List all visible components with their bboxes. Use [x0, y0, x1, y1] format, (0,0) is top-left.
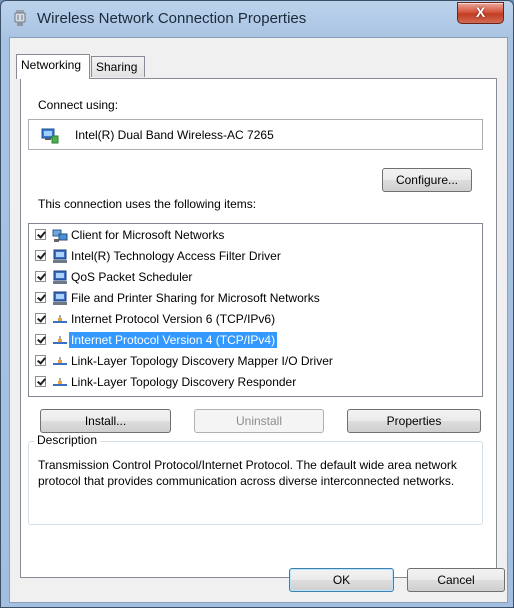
tab-sharing[interactable]: Sharing	[91, 56, 145, 77]
list-item[interactable]: Link-Layer Topology Discovery Responder	[29, 372, 482, 393]
checkbox[interactable]	[35, 292, 46, 303]
adapter-field: Intel(R) Dual Band Wireless-AC 7265	[28, 119, 483, 150]
item-label: Internet Protocol Version 6 (TCP/IPv6)	[71, 312, 276, 326]
list-item-selected[interactable]: Internet Protocol Version 4 (TCP/IPv4)	[29, 330, 482, 351]
checkbox[interactable]	[35, 376, 46, 387]
items-list[interactable]: Client for Microsoft Networks Intel(R) T…	[28, 223, 483, 397]
window-title: Wireless Network Connection Properties	[37, 10, 307, 27]
item-label: Link-Layer Topology Discovery Responder	[71, 375, 297, 389]
install-button[interactable]: Install...	[40, 409, 171, 433]
properties-button[interactable]: Properties	[347, 409, 481, 433]
protocol-icon	[53, 315, 67, 323]
cancel-button[interactable]: Cancel	[407, 568, 505, 592]
checkbox[interactable]	[35, 250, 46, 261]
item-label: Internet Protocol Version 4 (TCP/IPv4)	[69, 332, 278, 348]
checkbox[interactable]	[35, 313, 46, 324]
list-item[interactable]: Internet Protocol Version 6 (TCP/IPv6)	[29, 309, 482, 330]
configure-button[interactable]: Configure...	[382, 168, 472, 192]
list-item[interactable]: QoS Packet Scheduler	[29, 267, 482, 288]
network-client-icon	[52, 229, 68, 242]
protocol-icon	[53, 378, 67, 386]
close-icon: X	[475, 4, 486, 20]
item-label: Client for Microsoft Networks	[71, 228, 225, 242]
list-item[interactable]: Client for Microsoft Networks	[29, 225, 482, 246]
checkbox[interactable]	[35, 334, 46, 345]
checkbox[interactable]	[35, 271, 46, 282]
list-item[interactable]: Link-Layer Topology Discovery Mapper I/O…	[29, 351, 482, 372]
checkbox[interactable]	[35, 355, 46, 366]
list-item[interactable]: Intel(R) Technology Access Filter Driver	[29, 246, 482, 267]
wireless-adapter-icon	[14, 10, 26, 26]
items-label: This connection uses the following items…	[38, 197, 257, 211]
connect-using-label: Connect using:	[38, 98, 119, 112]
network-service-icon	[53, 291, 67, 305]
properties-window: Wireless Network Connection Properties X…	[0, 0, 514, 608]
list-item[interactable]: File and Printer Sharing for Microsoft N…	[29, 288, 482, 309]
network-adapter-icon	[41, 128, 59, 144]
checkbox[interactable]	[35, 229, 46, 240]
network-service-icon	[53, 270, 67, 284]
ok-button[interactable]: OK	[289, 568, 394, 592]
item-label: Intel(R) Technology Access Filter Driver	[71, 249, 281, 263]
close-button[interactable]: X	[457, 2, 504, 24]
protocol-icon	[53, 357, 67, 365]
description-title: Description	[34, 433, 101, 447]
adapter-name: Intel(R) Dual Band Wireless-AC 7265	[75, 128, 274, 142]
description-text: Transmission Control Protocol/Internet P…	[38, 458, 457, 488]
network-service-icon	[53, 249, 67, 263]
item-label: File and Printer Sharing for Microsoft N…	[71, 291, 320, 305]
title-bar[interactable]: Wireless Network Connection Properties X	[1, 1, 513, 35]
uninstall-button[interactable]: Uninstall	[194, 409, 324, 433]
item-label: QoS Packet Scheduler	[71, 270, 193, 284]
item-label: Link-Layer Topology Discovery Mapper I/O…	[71, 354, 333, 368]
protocol-icon	[53, 336, 67, 344]
tab-networking[interactable]: Networking	[16, 54, 90, 79]
